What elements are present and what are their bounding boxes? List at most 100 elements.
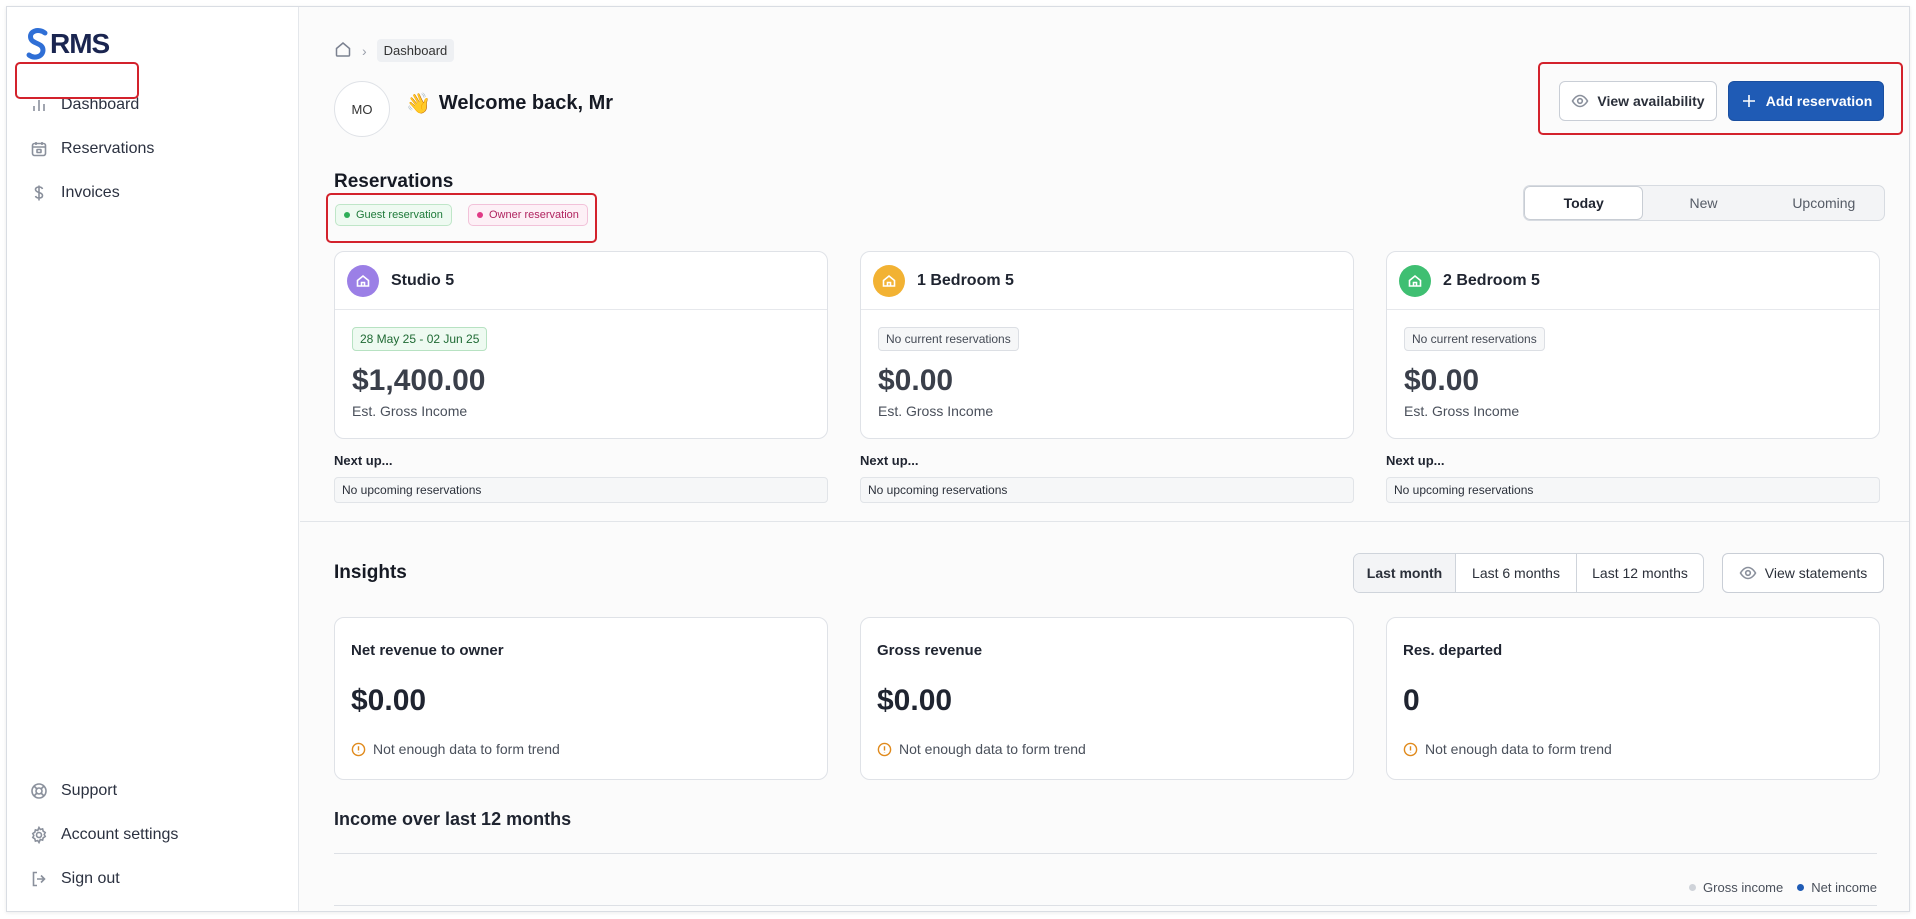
logo-text: RMS	[50, 28, 110, 59]
range-last-6-months[interactable]: Last 6 months	[1456, 554, 1577, 592]
rms-logo-mark-icon	[26, 28, 48, 60]
sidebar-item-dashboard[interactable]: Dashboard	[29, 85, 140, 125]
stat-note-text: Not enough data to form trend	[899, 741, 1086, 757]
property-card-header: 2 Bedroom 5	[1387, 252, 1879, 310]
legend-net-income: Net income	[1797, 880, 1877, 895]
chart-divider	[334, 853, 1877, 854]
main-content: › Dashboard MO 👋 Welcome back, Mr View a…	[300, 7, 1909, 911]
stat-title: Net revenue to owner	[351, 642, 504, 659]
property-amount: $0.00	[1404, 364, 1480, 397]
income-chart-legend: Gross income Net income	[1689, 880, 1877, 895]
view-statements-label: View statements	[1764, 565, 1868, 581]
rms-logo[interactable]: RMS	[25, 27, 110, 61]
gear-icon	[29, 825, 49, 845]
stat-title: Gross revenue	[877, 642, 983, 659]
stat-title: Res. departed	[1403, 642, 1503, 659]
pink-dot-icon	[477, 212, 483, 218]
sidebar-item-label: Support	[61, 782, 118, 799]
range-last-12-months[interactable]: Last 12 months	[1577, 554, 1703, 592]
welcome-text: Welcome back, Mr	[438, 92, 614, 114]
insights-range-selector: Last month Last 6 months Last 12 months	[1353, 553, 1704, 593]
breadcrumb-current: Dashboard	[376, 39, 455, 62]
plus-icon	[1742, 95, 1755, 107]
add-reservation-button[interactable]: Add reservation	[1728, 81, 1884, 121]
next-up-label: Next up...	[860, 453, 919, 468]
property-card-studio-5[interactable]: Studio 5 28 May 25 - 02 Jun 25 $1,400.00…	[334, 251, 828, 439]
range-last-month[interactable]: Last month	[1354, 554, 1456, 592]
sidebar-item-label: Reservations	[61, 140, 155, 157]
app-window: RMS Dashboard Reservations Invoices Supp…	[6, 6, 1910, 912]
sidebar-item-invoices[interactable]: Invoices	[29, 173, 120, 213]
tab-today[interactable]: Today	[1524, 186, 1644, 220]
property-amount-label: Est. Gross Income	[352, 403, 468, 419]
stat-card-gross-revenue: Gross revenue $0.00 Not enough data to f…	[860, 617, 1354, 780]
sidebar-item-reservations[interactable]: Reservations	[29, 129, 154, 169]
property-name: 2 Bedroom 5	[1443, 271, 1540, 289]
property-amount-label: Est. Gross Income	[1404, 403, 1520, 419]
legend-label: Net income	[1811, 880, 1877, 895]
calendar-icon	[29, 139, 49, 159]
view-statements-button[interactable]: View statements	[1722, 553, 1884, 593]
add-reservation-label: Add reservation	[1765, 93, 1873, 109]
stat-note: Not enough data to form trend	[877, 741, 1086, 757]
next-up-box: No upcoming reservations	[1386, 477, 1880, 503]
warning-icon	[877, 742, 892, 756]
tab-new[interactable]: New	[1643, 186, 1763, 220]
sidebar-item-label: Invoices	[61, 184, 120, 201]
page-title: 👋 Welcome back, Mr	[406, 91, 613, 116]
sign-out-icon	[29, 869, 49, 889]
view-availability-button[interactable]: View availability	[1559, 81, 1717, 121]
sidebar-item-label: Dashboard	[61, 96, 140, 113]
reservation-status-badge: No current reservations	[1404, 327, 1545, 351]
property-amount: $1,400.00	[352, 364, 486, 397]
stat-card-res-departed: Res. departed 0 Not enough data to form …	[1386, 617, 1880, 780]
stat-note-text: Not enough data to form trend	[1425, 741, 1612, 757]
grey-dot-icon	[1689, 884, 1697, 891]
legend-label: Gross income	[1703, 880, 1784, 895]
sidebar-item-account-settings[interactable]: Account settings	[29, 815, 178, 855]
view-availability-label: View availability	[1597, 93, 1705, 109]
stat-note: Not enough data to form trend	[1403, 741, 1612, 757]
warning-icon	[351, 742, 366, 756]
blue-dot-icon	[1797, 884, 1805, 891]
section-divider	[300, 521, 1909, 522]
next-up-label: Next up...	[1386, 453, 1445, 468]
property-card-1-bedroom-5[interactable]: 1 Bedroom 5 No current reservations $0.0…	[860, 251, 1354, 439]
reservation-status-badge: No current reservations	[878, 327, 1019, 351]
guest-reservation-legend: Guest reservation	[335, 204, 452, 226]
stat-value: $0.00	[877, 684, 953, 717]
eye-icon	[1572, 94, 1589, 108]
property-card-header: Studio 5	[335, 252, 827, 310]
property-amount: $0.00	[878, 364, 954, 397]
reservation-date-badge: 28 May 25 - 02 Jun 25	[352, 327, 488, 351]
stat-value: $0.00	[351, 684, 427, 717]
property-card-2-bedroom-5[interactable]: 2 Bedroom 5 No current reservations $0.0…	[1386, 251, 1880, 439]
lifebuoy-icon	[29, 781, 49, 801]
avatar[interactable]: MO	[334, 81, 390, 137]
home-icon	[873, 264, 905, 297]
sidebar-item-sign-out[interactable]: Sign out	[29, 859, 120, 899]
legend-gross-income: Gross income	[1689, 880, 1783, 895]
dollar-icon	[29, 183, 49, 203]
tab-upcoming[interactable]: Upcoming	[1764, 186, 1884, 220]
property-amount-label: Est. Gross Income	[878, 403, 994, 419]
property-name: Studio 5	[391, 271, 455, 289]
sidebar: RMS Dashboard Reservations Invoices Supp…	[7, 7, 299, 911]
legend-label: Owner reservation	[489, 209, 579, 221]
home-icon	[1399, 264, 1431, 297]
next-up-label: Next up...	[334, 453, 393, 468]
wave-emoji: 👋	[406, 93, 431, 115]
sidebar-item-label: Account settings	[61, 826, 179, 843]
home-icon[interactable]	[334, 40, 352, 61]
home-icon	[347, 264, 379, 297]
sidebar-item-label: Sign out	[61, 870, 120, 887]
breadcrumb: › Dashboard	[334, 39, 455, 62]
stat-value: 0	[1403, 684, 1420, 717]
bar-chart-icon	[29, 95, 49, 115]
sidebar-item-support[interactable]: Support	[29, 771, 117, 811]
stat-note: Not enough data to form trend	[351, 741, 560, 757]
chart-gridline	[334, 905, 1877, 906]
legend-label: Guest reservation	[356, 209, 443, 221]
warning-icon	[1403, 742, 1418, 756]
owner-reservation-legend: Owner reservation	[468, 204, 588, 226]
